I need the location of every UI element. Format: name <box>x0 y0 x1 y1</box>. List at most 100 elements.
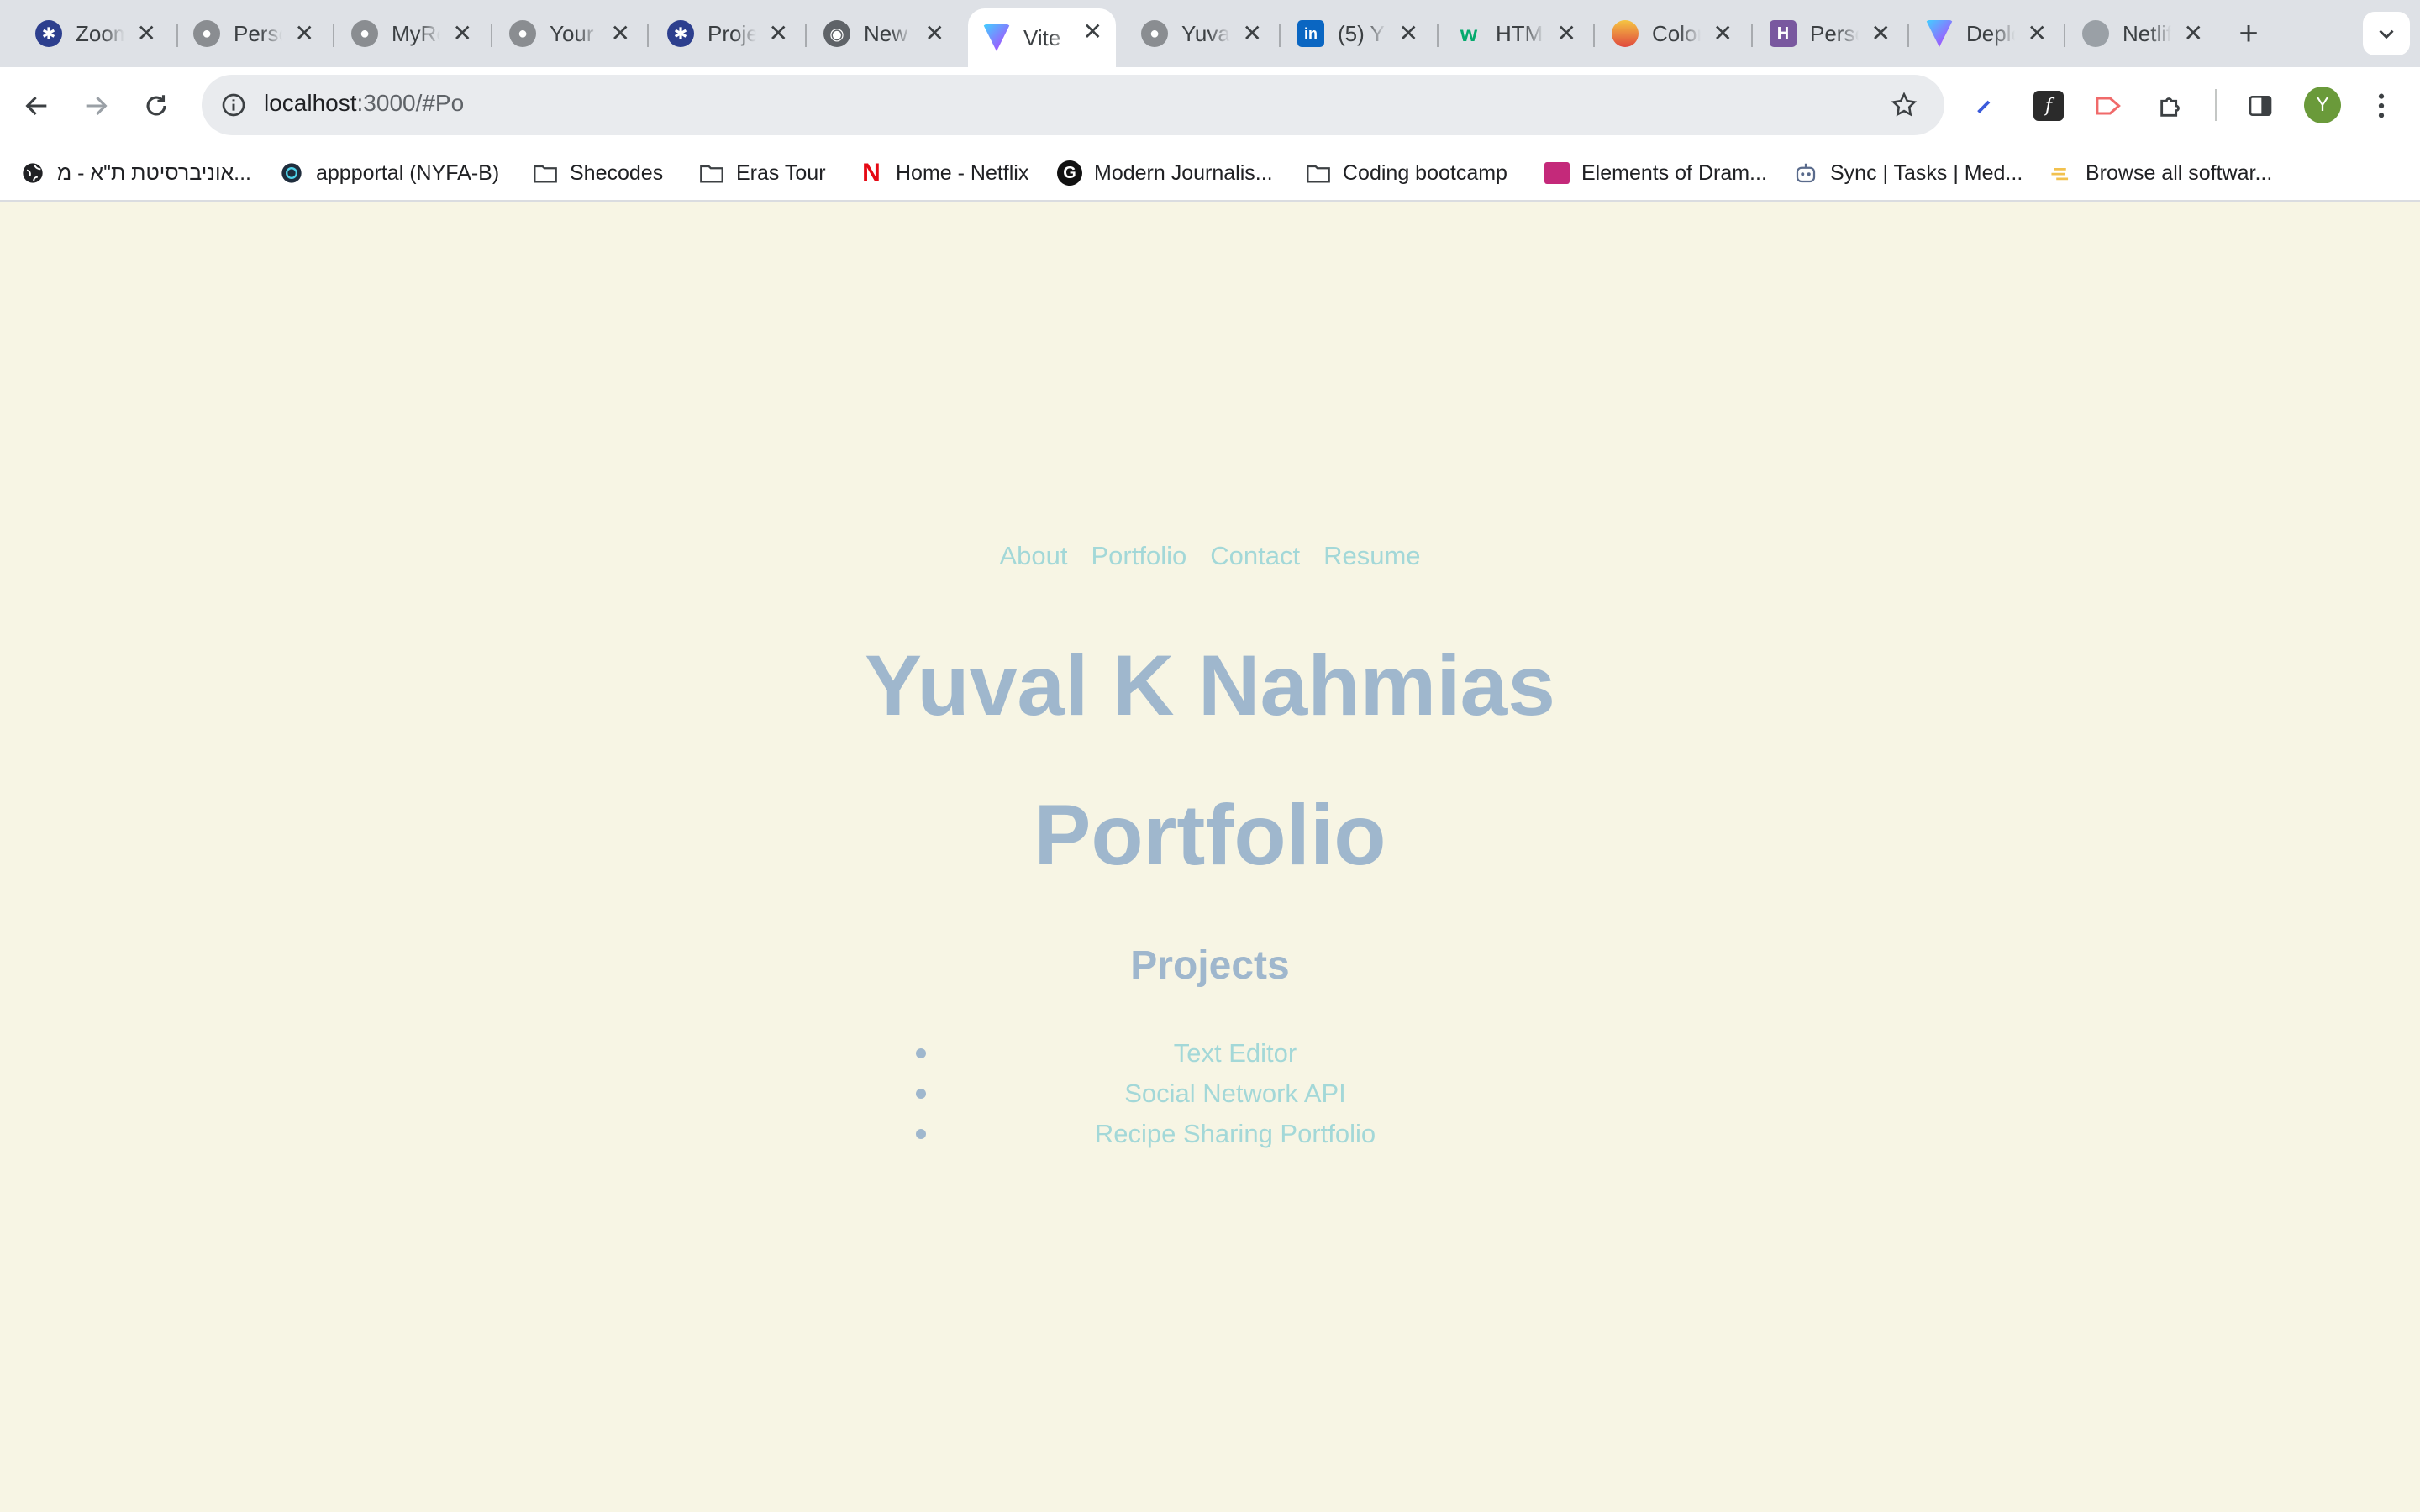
vite-icon <box>983 24 1010 51</box>
tab-deploy[interactable]: Deploy ✕ <box>1911 8 2060 59</box>
menu-kebab-icon[interactable] <box>2360 84 2403 128</box>
tab-netlify[interactable]: Netlify ✕ <box>2067 8 2217 59</box>
tab-personal[interactable]: ● Personal ✕ <box>178 8 328 59</box>
software-icon <box>2049 160 2074 186</box>
url-text: localhost:3000/#Po <box>264 90 465 116</box>
tab-title: HTML <box>1496 20 1544 46</box>
tab-html[interactable]: w HTML ✕ <box>1440 8 1590 59</box>
github-icon: ● <box>351 20 378 47</box>
nav-portfolio[interactable]: Portfolio <box>1092 541 1187 571</box>
tab-myrepos[interactable]: ● MyRepos ✕ <box>336 8 486 59</box>
chevron-down-icon <box>2379 29 2394 39</box>
tab-title: New Tab <box>864 20 913 46</box>
bookmark-browse-software[interactable]: Browse all softwar... <box>2049 156 2272 190</box>
extensions-puzzle-icon[interactable] <box>2149 84 2193 128</box>
tab-personal-heroku[interactable]: H Personal ✕ <box>1754 8 1904 59</box>
tab-title: Vite <box>1023 24 1061 50</box>
arrow-left-icon <box>25 96 47 116</box>
bookmark-star-icon[interactable] <box>1886 87 1923 123</box>
globe-icon <box>2082 20 2109 47</box>
bookmark-appportal[interactable]: appportal (NYFA-B) <box>279 156 499 190</box>
folder-icon <box>699 160 724 186</box>
site-info-icon[interactable] <box>215 87 252 123</box>
fx-extension-icon[interactable]: f <box>2027 84 2070 128</box>
tab-yuval[interactable]: ● Yuval ✕ <box>1126 8 1276 59</box>
browser-toolbar: localhost:3000/#Po f <box>0 67 2420 144</box>
close-icon[interactable]: ✕ <box>295 22 314 45</box>
bookmark-label: Sync | Tasks | Med... <box>1830 160 2023 185</box>
close-icon[interactable]: ✕ <box>1399 22 1418 45</box>
sync-icon <box>1793 160 1818 186</box>
tab-search-button[interactable] <box>2363 12 2410 55</box>
zoom-icon: ✱ <box>667 20 694 47</box>
project-link-recipe-sharing[interactable]: Recipe Sharing Portfolio <box>1095 1119 1376 1148</box>
close-icon[interactable]: ✕ <box>1713 22 1733 45</box>
tab-title: Personal <box>1810 20 1859 46</box>
close-icon[interactable]: ✕ <box>611 22 630 45</box>
nav-resume[interactable]: Resume <box>1323 541 1420 571</box>
bookmark-elements-of-drama[interactable]: Elements of Dram... <box>1544 156 1767 190</box>
new-tab-button[interactable]: + <box>2230 15 2267 52</box>
zoom-icon: ✱ <box>35 20 62 47</box>
address-bar[interactable]: localhost:3000/#Po <box>202 75 1944 135</box>
bullet <box>916 1048 926 1058</box>
tab-strip: ✱ Zoom ✕ ● Personal ✕ ● MyRepos ✕ ● Your… <box>0 0 2420 67</box>
close-icon[interactable]: ✕ <box>1243 22 1262 45</box>
classroom-icon <box>1544 160 1570 186</box>
bookmark-modern-journalism[interactable]: G Modern Journalis... <box>1057 156 1273 190</box>
back-button[interactable] <box>15 84 59 128</box>
close-icon[interactable]: ✕ <box>769 22 788 45</box>
profile-avatar[interactable]: Y <box>2304 87 2341 123</box>
bookmark-shecodes[interactable]: Shecodes <box>533 156 663 190</box>
bookmark-label: Modern Journalis... <box>1094 160 1273 185</box>
forward-button[interactable] <box>74 84 118 128</box>
close-icon[interactable]: ✕ <box>453 22 472 45</box>
close-icon[interactable]: ✕ <box>1557 22 1576 45</box>
side-panel-icon[interactable] <box>2238 84 2282 128</box>
colorpicker-icon <box>1612 20 1639 47</box>
tab-project[interactable]: ✱ Project ✕ <box>652 8 802 59</box>
close-icon[interactable]: ✕ <box>925 22 944 45</box>
project-link-social-network-api[interactable]: Social Network API <box>1124 1079 1346 1108</box>
bullet <box>916 1089 926 1099</box>
bookmark-label: Browse all softwar... <box>2086 160 2273 185</box>
w3schools-icon: w <box>1460 20 1478 46</box>
tab-title: Personal <box>234 20 282 46</box>
bookmarks-bar: אוניברסיטת ת"א - מ... appportal (NYFA-B)… <box>0 144 2420 202</box>
netflix-icon: N <box>862 159 881 186</box>
tab-title: Netlify <box>2123 20 2171 46</box>
reload-button[interactable] <box>134 84 178 128</box>
project-link-text-editor[interactable]: Text Editor <box>1174 1038 1297 1068</box>
pen-extension-icon[interactable] <box>1963 84 2007 128</box>
tab-new-tab[interactable]: ◉ New Tab ✕ <box>808 8 958 59</box>
github-icon: ● <box>509 20 536 47</box>
tab-your[interactable]: ● Your ✕ <box>494 8 644 59</box>
nav-about[interactable]: About <box>999 541 1067 571</box>
projects-list: Text Editor Social Network API Recipe Sh… <box>916 1033 1504 1154</box>
bookmark-netflix[interactable]: N Home - Netflix <box>859 156 1028 190</box>
recorder-extension-icon[interactable] <box>2087 84 2131 128</box>
tab-vite-active[interactable]: Vite ✕ <box>968 8 1116 67</box>
close-icon[interactable]: ✕ <box>2028 22 2047 45</box>
bookmark-eras-tour[interactable]: Eras Tour <box>699 156 826 190</box>
list-item: Social Network API <box>916 1074 1504 1114</box>
bookmark-label: Coding bootcamp <box>1343 160 1507 185</box>
bookmark-label: Eras Tour <box>736 160 826 185</box>
tab-color[interactable]: Color ✕ <box>1597 8 1746 59</box>
bookmark-tau[interactable]: אוניברסיטת ת"א - מ... <box>20 156 251 190</box>
tab-zoom[interactable]: ✱ Zoom ✕ <box>20 8 170 59</box>
github-icon: ● <box>1141 20 1168 47</box>
nav-contact[interactable]: Contact <box>1210 541 1300 571</box>
site-nav: About Portfolio Contact Resume <box>0 541 2420 571</box>
tab-title: Yuval <box>1181 20 1230 46</box>
close-icon[interactable]: ✕ <box>1871 22 1891 45</box>
heroku-icon: H <box>1770 20 1797 47</box>
tab-title: Color <box>1652 20 1701 46</box>
list-item: Text Editor <box>916 1033 1504 1074</box>
tab-linkedin[interactable]: in (5) Y ✕ <box>1282 8 1432 59</box>
close-icon[interactable]: ✕ <box>2184 22 2203 45</box>
close-icon[interactable]: ✕ <box>137 22 156 45</box>
bookmark-coding-bootcamp[interactable]: Coding bootcamp <box>1306 156 1507 190</box>
bookmark-sync-tasks[interactable]: Sync | Tasks | Med... <box>1793 156 2023 190</box>
close-icon[interactable]: ✕ <box>1083 20 1102 44</box>
